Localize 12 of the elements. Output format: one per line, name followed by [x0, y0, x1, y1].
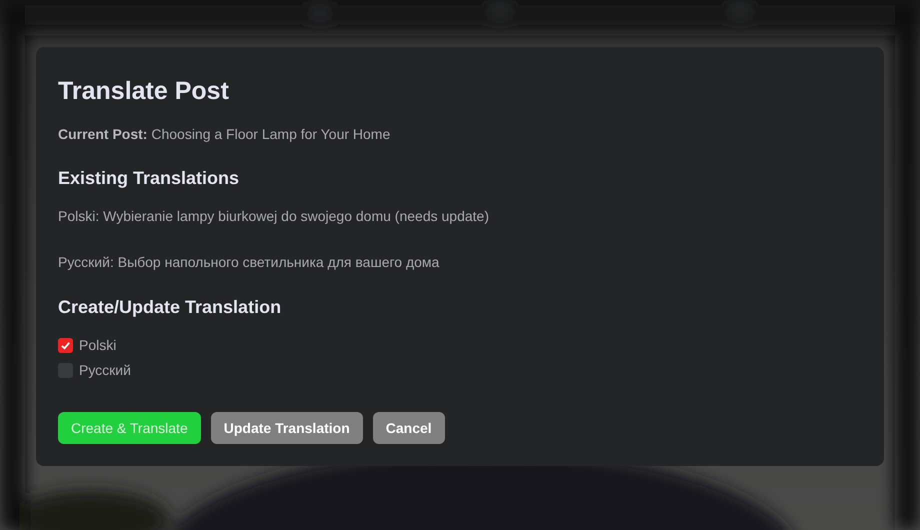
translation-entry: Polski: Wybieranie lampy biurkowej do swojego domu (needs update) [58, 207, 489, 226]
current-post: Current Post: Choosing a Floor Lamp for Your Home [58, 125, 390, 144]
checkbox[interactable] [58, 338, 73, 353]
dialog-button[interactable]: Update Translation [210, 412, 363, 444]
check-icon [60, 340, 71, 351]
language-label: Polski [79, 336, 116, 355]
translation-entry: Русский: Выбор напольного светильника для вашего дома [58, 253, 440, 272]
section-heading: Existing Translations [58, 167, 240, 190]
section-heading: Create/Update Translation [58, 296, 282, 319]
dialog-button[interactable]: Cancel [372, 412, 445, 444]
dialog-title: Translate Post [58, 76, 229, 107]
language-label: Русский [79, 361, 131, 380]
